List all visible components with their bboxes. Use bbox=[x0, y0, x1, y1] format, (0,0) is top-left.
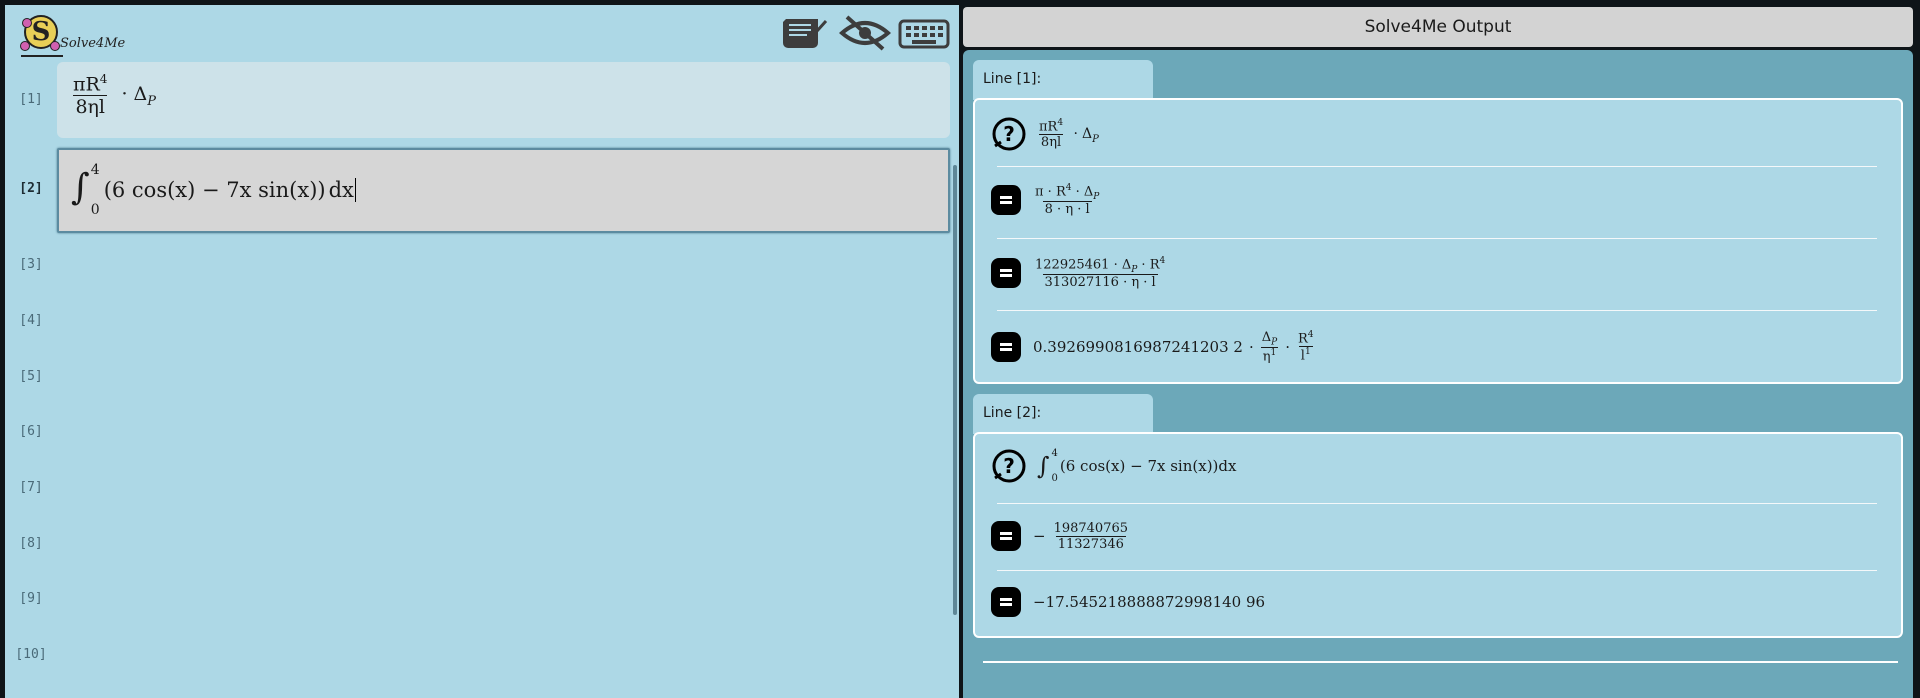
editor-pane: S Solve4Me [1] [2] [3] [4] [5] [6] [7] [… bbox=[5, 5, 959, 698]
equals-icon bbox=[991, 258, 1021, 288]
input-row: ? πR4 8ηl · ΔP bbox=[991, 114, 1891, 154]
question-refresh-icon[interactable]: ? bbox=[991, 448, 1027, 484]
output-title: Solve4Me Output bbox=[963, 7, 1913, 47]
equals-icon bbox=[991, 185, 1021, 215]
line-number: [10] bbox=[15, 647, 47, 662]
editor-line-1[interactable]: πR4 8ηl · ΔP bbox=[57, 62, 950, 138]
svg-text:?: ? bbox=[1003, 122, 1015, 146]
keyboard-icon[interactable] bbox=[898, 13, 950, 53]
line-number: [7] bbox=[19, 480, 43, 495]
divider bbox=[983, 661, 1898, 663]
svg-text:?: ? bbox=[1003, 454, 1015, 478]
output-card-line-2: ? ∫ 4 0 (6 cos(x) − 7x sin(x)) dx − 1987… bbox=[973, 432, 1903, 638]
equals-icon bbox=[991, 521, 1021, 551]
result-row: π · R4 · ΔP 8 · η · l bbox=[991, 180, 1891, 220]
scroll-icon[interactable] bbox=[778, 13, 830, 53]
output-tab-line-2[interactable]: Line [2]: bbox=[973, 394, 1153, 434]
result-row: − 198740765 11327346 bbox=[991, 516, 1891, 556]
line-number: [8] bbox=[19, 536, 43, 551]
editor-scrollbar[interactable] bbox=[953, 165, 957, 615]
line-number: [9] bbox=[19, 591, 43, 606]
line-number: [2] bbox=[19, 181, 43, 196]
output-card-line-1: ? πR4 8ηl · ΔP π · R4 · ΔP 8 · η · l 1229… bbox=[973, 98, 1903, 384]
input-row: ? ∫ 4 0 (6 cos(x) − 7x sin(x)) dx bbox=[991, 444, 1891, 488]
line-number: [5] bbox=[19, 369, 43, 384]
result-row: −17.545218888872998140 96 bbox=[991, 582, 1891, 622]
app-name: Solve4Me bbox=[60, 36, 126, 51]
output-tab-line-1[interactable]: Line [1]: bbox=[973, 60, 1153, 100]
line-number: [6] bbox=[19, 424, 43, 439]
question-refresh-icon[interactable]: ? bbox=[991, 116, 1027, 152]
result-row: 0.3926990816987241203 2 · ΔP η1 · R4 l1 bbox=[991, 322, 1891, 372]
result-row: 122925461 · ΔP · R4 313027116 · η · l bbox=[991, 251, 1891, 295]
output-pane: Line [1]: ? πR4 8ηl · ΔP π · R4 · ΔP 8 · … bbox=[963, 50, 1913, 698]
app-logo[interactable]: S Solve4Me bbox=[16, 11, 136, 59]
line-number: [3] bbox=[19, 257, 43, 272]
line-number: [4] bbox=[19, 313, 43, 328]
line-number: [1] bbox=[19, 92, 43, 107]
equals-icon bbox=[991, 587, 1021, 617]
editor-line-2[interactable]: ∫ 4 0 (6 cos(x) − 7x sin(x)) dx bbox=[57, 148, 950, 233]
text-cursor bbox=[354, 178, 356, 202]
equals-icon bbox=[991, 332, 1021, 362]
eye-off-icon[interactable] bbox=[839, 13, 891, 53]
